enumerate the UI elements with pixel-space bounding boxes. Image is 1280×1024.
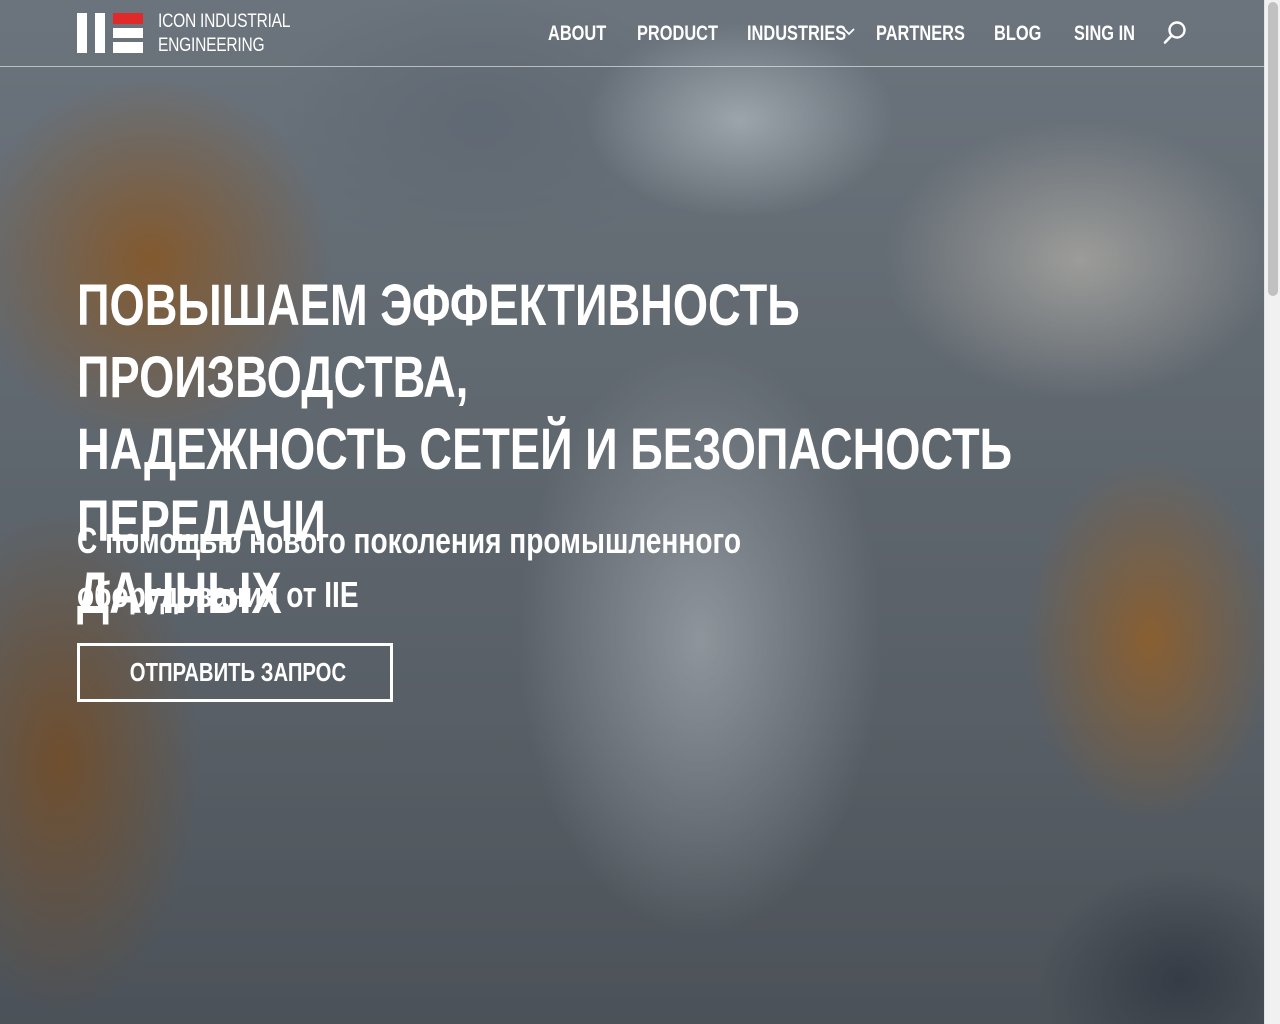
logo[interactable] bbox=[77, 13, 143, 53]
vertical-scrollbar[interactable] bbox=[1264, 0, 1280, 1024]
nav-item-product[interactable]: PRODUCT bbox=[637, 20, 718, 48]
hero-subtitle-line-2: оборудования от IIE bbox=[77, 574, 359, 615]
site-header: ICON INDUSTRIAL ENGINEERING ABOUT PRODUC… bbox=[0, 0, 1264, 67]
logo-e-bottom-stroke bbox=[113, 42, 143, 53]
nav-item-industries[interactable]: INDUSTRIES bbox=[747, 20, 846, 48]
nav-item-blog[interactable]: BLOG bbox=[994, 20, 1041, 48]
chevron-down-icon[interactable] bbox=[842, 25, 856, 39]
send-request-button-label: ОТПРАВИТЬ ЗАПРОС bbox=[129, 657, 347, 687]
brand-name[interactable]: ICON INDUSTRIAL ENGINEERING bbox=[158, 10, 290, 58]
hero-subtitle: С помощью нового поколения промышленного… bbox=[77, 514, 795, 622]
logo-e-top-stroke bbox=[113, 13, 143, 24]
search-icon[interactable] bbox=[1162, 20, 1188, 46]
brand-line-2: ENGINEERING bbox=[158, 35, 265, 56]
nav-item-about[interactable]: ABOUT bbox=[548, 20, 606, 48]
page: ICON INDUSTRIAL ENGINEERING ABOUT PRODUC… bbox=[0, 0, 1280, 1024]
logo-bar-right bbox=[95, 13, 105, 53]
brand-line-1: ICON INDUSTRIAL bbox=[158, 11, 291, 32]
nav-item-partners[interactable]: PARTNERS bbox=[876, 20, 965, 48]
logo-bar-left bbox=[77, 13, 87, 53]
send-request-button[interactable]: ОТПРАВИТЬ ЗАПРОС bbox=[77, 643, 393, 702]
hero-subtitle-line-1: С помощью нового поколения промышленного bbox=[77, 520, 741, 561]
logo-e-middle-stroke bbox=[113, 28, 143, 38]
scrollbar-thumb[interactable] bbox=[1268, 2, 1278, 296]
hero-title-line-1: ПОВЫШАЕМ ЭФФЕКТИВНОСТЬ ПРОИЗВОДСТВА, bbox=[77, 273, 800, 410]
nav-item-sign-in[interactable]: SING IN bbox=[1074, 20, 1135, 48]
